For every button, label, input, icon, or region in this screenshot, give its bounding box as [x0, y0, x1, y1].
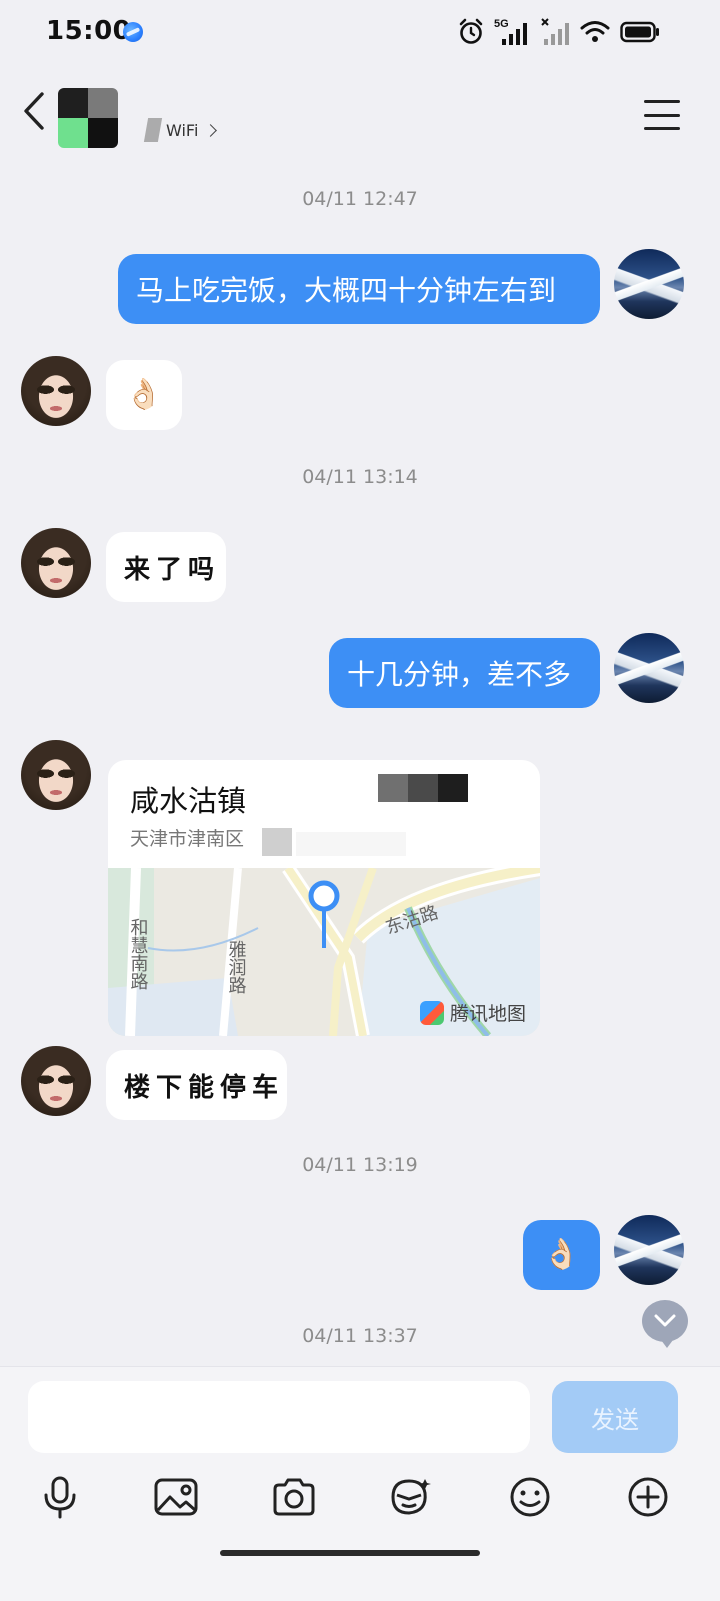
chat-subtitle[interactable]: WiFi — [143, 118, 218, 142]
message-bubble-incoming[interactable]: 楼下能停车 — [106, 1050, 287, 1120]
map-road-label: 和慧南路 — [128, 918, 149, 990]
message-bubble-incoming[interactable]: 👌🏻 — [106, 360, 182, 430]
app-notification-icon — [123, 22, 143, 42]
timestamp: 04/11 13:14 — [302, 466, 418, 488]
my-avatar[interactable] — [614, 249, 684, 319]
message-text: 十几分钟，差不多 — [347, 658, 572, 691]
message-text: 楼下能停车 — [124, 1072, 285, 1103]
camera-button[interactable] — [270, 1473, 318, 1521]
send-button[interactable]: 发送 — [552, 1381, 678, 1453]
sticker-button[interactable] — [386, 1473, 434, 1521]
battery-icon — [620, 21, 659, 43]
redacted-block — [296, 832, 406, 856]
map-preview[interactable]: 和慧南路 雅润路 东沽路 腾讯地图 — [108, 868, 540, 1036]
composer: 发送 — [0, 1366, 720, 1601]
home-indicator[interactable] — [220, 1550, 480, 1556]
microphone-icon — [44, 1476, 76, 1519]
composer-toolbar — [0, 1473, 720, 1533]
contact-avatar[interactable] — [21, 1046, 91, 1116]
map-provider-label: 腾讯地图 — [449, 1003, 526, 1025]
cellular-5g-icon: 5G — [494, 18, 527, 45]
smiley-icon — [510, 1477, 550, 1517]
map-provider-badge: 腾讯地图 — [419, 999, 526, 1026]
my-avatar[interactable] — [614, 633, 684, 703]
gallery-button[interactable] — [152, 1473, 200, 1521]
redacted-block — [378, 774, 468, 802]
ok-hand-emoji: 👌🏻 — [125, 377, 163, 412]
hamburger-icon — [644, 100, 680, 103]
timestamp: 04/11 13:37 — [302, 1325, 418, 1347]
tencent-map-icon — [419, 1000, 444, 1025]
status-bar: 15:00 5G — [0, 0, 720, 66]
ok-hand-emoji: 👌🏻 — [542, 1237, 581, 1272]
my-avatar[interactable] — [614, 1215, 684, 1285]
sticker-face-icon — [391, 1479, 431, 1515]
redacted-block — [262, 828, 292, 856]
wifi-icon — [580, 21, 610, 42]
voice-button[interactable] — [36, 1473, 84, 1521]
image-icon — [154, 1478, 198, 1516]
timestamp: 04/11 12:47 — [302, 188, 418, 210]
timestamp: 04/11 13:19 — [302, 1154, 418, 1176]
alarm-icon — [459, 18, 483, 44]
chevron-right-icon — [204, 123, 218, 137]
status-time: 15:00 — [46, 16, 132, 46]
network-label: 5G — [494, 18, 509, 30]
connection-status-label: WiFi — [166, 120, 199, 140]
map-road-label: 雅润路 — [226, 940, 247, 994]
menu-button[interactable] — [644, 100, 680, 130]
message-text: 来了吗 — [124, 554, 221, 585]
chevron-left-icon — [24, 92, 44, 130]
camera-icon — [273, 1478, 315, 1516]
message-input[interactable] — [28, 1381, 530, 1453]
message-bubble-outgoing[interactable]: 马上吃完饭，大概四十分钟左右到 — [118, 254, 600, 324]
status-icons: 5G — [458, 14, 660, 50]
location-title: 咸水沽镇 — [130, 784, 247, 818]
contact-avatar[interactable] — [21, 528, 91, 598]
more-button[interactable] — [624, 1473, 672, 1521]
message-text: 马上吃完饭，大概四十分钟左右到 — [136, 274, 557, 307]
back-button[interactable] — [18, 90, 58, 136]
redacted-name — [143, 118, 163, 142]
chat-avatar[interactable] — [58, 88, 118, 148]
location-address: 天津市津南区 — [130, 828, 245, 850]
emoji-button[interactable] — [506, 1473, 554, 1521]
contact-avatar[interactable] — [21, 356, 91, 426]
message-bubble-incoming[interactable]: 来了吗 — [106, 532, 226, 602]
contact-avatar[interactable] — [21, 740, 91, 810]
message-bubble-outgoing[interactable]: 十几分钟，差不多 — [329, 638, 600, 708]
cellular-no-service-icon — [541, 18, 569, 45]
location-message-card[interactable]: 咸水沽镇 天津市津南区 和慧南路 雅润路 东沽路 腾讯地图 — [108, 760, 540, 1036]
chat-header: WiFi — [0, 66, 720, 162]
plus-circle-icon — [628, 1477, 668, 1517]
message-bubble-outgoing[interactable]: 👌🏻 — [523, 1220, 600, 1290]
